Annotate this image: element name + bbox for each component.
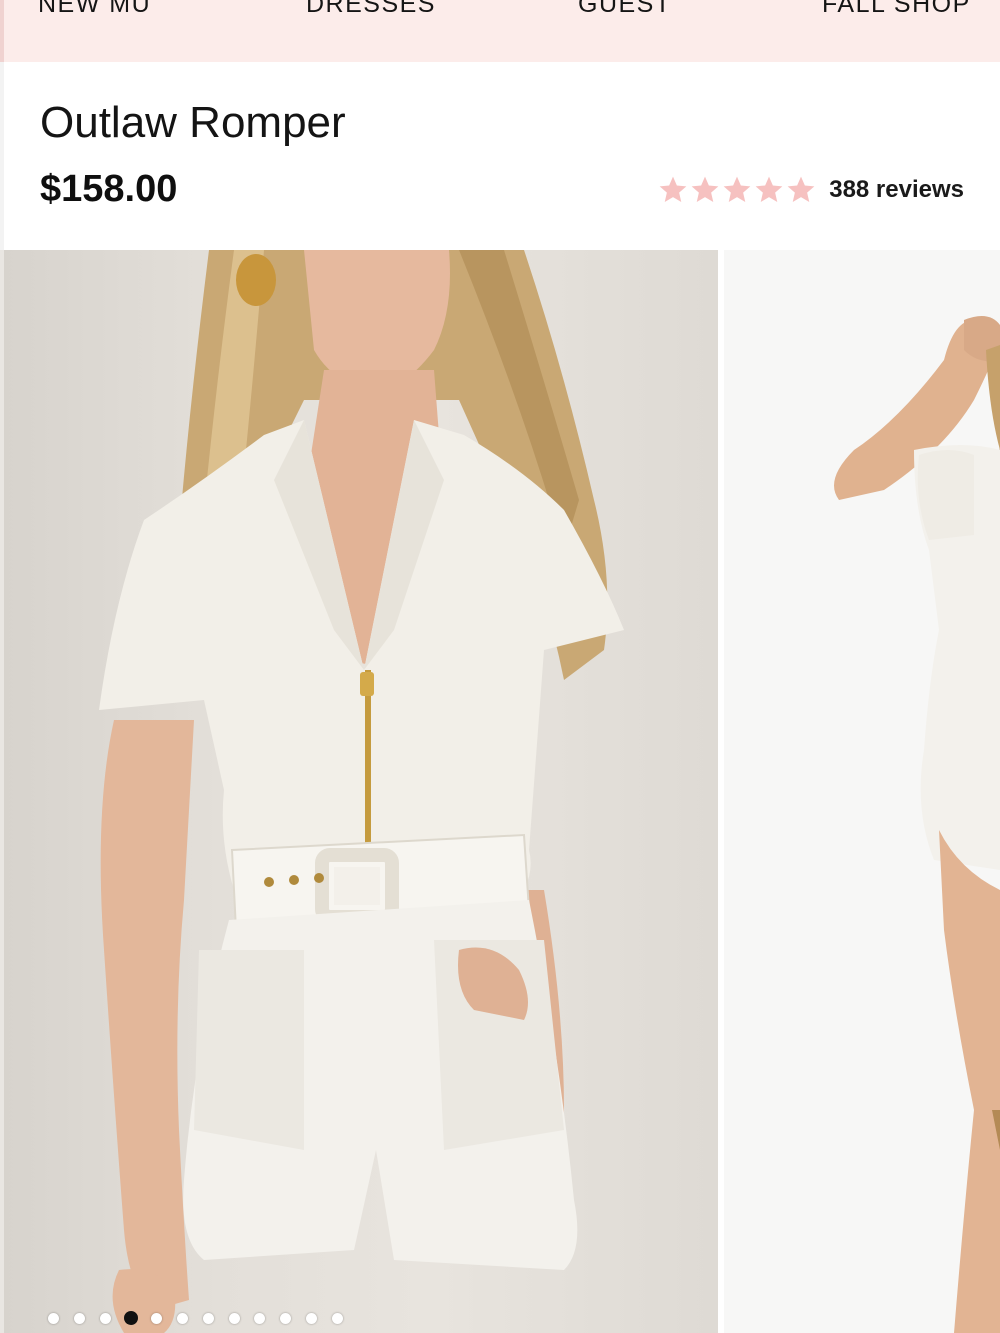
- gallery-dot[interactable]: [123, 1311, 138, 1325]
- gallery-dot[interactable]: [48, 1312, 59, 1324]
- product-header: Outlaw Romper $158.00 388 reviews: [0, 62, 1000, 250]
- reviews-link[interactable]: 388 reviews: [829, 176, 964, 204]
- gallery-dot[interactable]: [151, 1312, 163, 1324]
- gallery-slide-main-photo[interactable]: [0, 250, 718, 1333]
- gallery-slide-next-photo[interactable]: [724, 250, 1000, 1333]
- star-icon: [787, 176, 815, 202]
- nav-item-new-mu[interactable]: NEW MU: [38, 0, 151, 19]
- star-icon: [659, 176, 687, 202]
- gallery-dot[interactable]: [228, 1312, 240, 1324]
- product-price: $158.00: [40, 168, 178, 210]
- rating-stars: [657, 174, 817, 206]
- product-image-gallery[interactable]: [0, 250, 1000, 1333]
- gallery-dot[interactable]: [177, 1312, 188, 1324]
- nav-item-fall-shop[interactable]: FALL SHOP: [822, 0, 971, 19]
- category-nav: NEW MU DRESSES GUEST FALL SHOP: [0, 0, 1000, 62]
- model-photo: [99, 250, 624, 1333]
- star-icon: [723, 176, 751, 202]
- product-title: Outlaw Romper: [40, 98, 346, 147]
- nav-item-guest[interactable]: GUEST: [578, 0, 672, 19]
- gallery-dot[interactable]: [202, 1312, 214, 1324]
- model-photo-alt: [834, 316, 1000, 1333]
- gallery-pagination: [4, 1309, 718, 1329]
- star-icon: [755, 176, 783, 202]
- product-rating[interactable]: 388 reviews: [657, 172, 964, 208]
- gallery-dot[interactable]: [280, 1312, 292, 1324]
- gallery-dot[interactable]: [99, 1312, 111, 1324]
- star-icon: [691, 176, 719, 202]
- gallery-dot[interactable]: [254, 1312, 266, 1324]
- gallery-dot[interactable]: [306, 1312, 317, 1324]
- nav-item-dresses[interactable]: DRESSES: [306, 0, 436, 19]
- gallery-dot[interactable]: [331, 1312, 343, 1324]
- gallery-dot[interactable]: [73, 1312, 85, 1324]
